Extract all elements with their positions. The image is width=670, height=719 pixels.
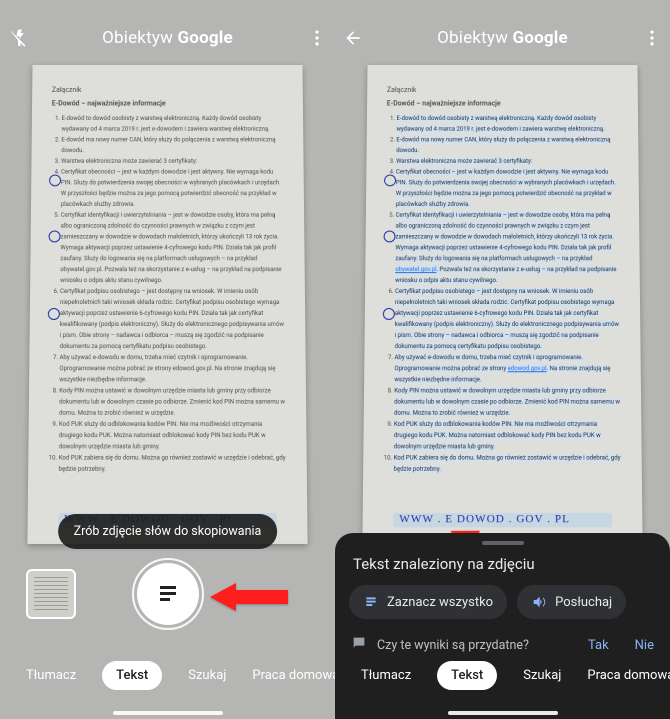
more-icon[interactable] — [634, 28, 670, 48]
mode-search[interactable]: Szukaj — [523, 668, 561, 683]
doc-heading: E-Dowód – najważniejsze informacje — [387, 100, 501, 108]
app-title: Obiektyw Google — [36, 28, 299, 48]
app-title-plain: Obiektyw — [437, 28, 512, 48]
mode-translate[interactable]: Tłumacz — [26, 668, 76, 683]
mode-homework[interactable]: Praca domowa — [252, 668, 335, 683]
doc-line: Aby używać e-dowodu w domu, trzeba mieć … — [59, 352, 285, 385]
doc-list: E-dowód to dowód osobisty z warstwą elek… — [394, 113, 622, 475]
sheet-handle[interactable] — [482, 541, 524, 545]
doc-line: Kody PIN można ustawić w dowolnym urzędz… — [59, 385, 286, 418]
bottom-sheet: Tekst znaleziony na zdjęciu Zaznacz wszy… — [335, 533, 670, 719]
select-all-button[interactable]: Zaznacz wszystko — [349, 585, 507, 619]
handwritten-circle-icon — [384, 175, 396, 187]
doc-line: Certyfikat identyfikacji i uwierzytelnia… — [395, 210, 620, 286]
top-bar: Obiektyw Google — [0, 20, 335, 56]
hint-pill: Zrób zdjęcie słów do skopiowania — [58, 514, 278, 549]
text-select-icon — [363, 594, 379, 610]
more-icon[interactable] — [299, 28, 335, 48]
back-icon[interactable] — [335, 28, 371, 48]
pane-text-found: Obiektyw Google Załącznik E-Dowód – najw… — [335, 0, 670, 719]
mode-translate[interactable]: Tłumacz — [361, 668, 411, 683]
doc-line: Kod PUK służy do odblokowania kodów PIN.… — [59, 419, 287, 453]
doc-line: E-dowód to dowód osobisty z warstwą elek… — [61, 113, 283, 134]
pane-capture: Obiektyw Google Załącznik E-Dowód – najw… — [0, 0, 335, 719]
doc-line: Warstwa elektroniczna może zawierać 3 ce… — [61, 156, 284, 167]
doc-line: Aby używać e-dowodu w domu, trzeba mieć … — [394, 352, 620, 385]
shutter-row — [0, 557, 335, 631]
mode-search[interactable]: Szukaj — [188, 668, 226, 683]
handwritten-circle-icon — [383, 308, 395, 320]
doc-heading: E-Dowód – najważniejsze informacje — [52, 100, 283, 108]
doc-line: Certyfikat obecności – jest w każdym dow… — [396, 167, 619, 210]
gesture-bar — [448, 711, 558, 715]
handwritten-circle-icon — [48, 308, 60, 320]
flash-off-icon[interactable] — [0, 28, 36, 48]
doc-line: E-dowód to dowód osobisty z warstwą elek… — [396, 113, 618, 134]
handwritten-circle-icon — [49, 175, 61, 187]
doc-list: E-dowód to dowód osobisty z warstwą elek… — [59, 113, 287, 475]
app-title-plain: Obiektyw — [102, 28, 177, 48]
doc-line: Certyfikat obecności – jest w każdym dow… — [61, 167, 284, 210]
sheet-title: Tekst znaleziony na zdjęciu — [335, 555, 670, 585]
app-title: Obiektyw Google — [371, 28, 634, 48]
status-bar — [0, 0, 335, 14]
doc-line: Kod PUK zabiera się do domu. Można go ró… — [394, 452, 622, 475]
mode-text-active[interactable]: Tekst — [437, 661, 497, 690]
document-preview: Załącznik E-Dowód – najważniejsze inform… — [27, 65, 307, 544]
doc-line: Certyfikat podpisu osobistego – jest dos… — [60, 286, 286, 352]
listen-button[interactable]: Posłuchaj — [517, 585, 626, 619]
top-bar: Obiektyw Google — [335, 20, 670, 56]
doc-line: Kody PIN można ustawić w dowolnym urzędz… — [394, 385, 621, 418]
status-bar — [335, 0, 670, 14]
doc-line: Certyfikat identyfikacji i uwierzytelnia… — [60, 210, 285, 286]
listen-label: Posłuchaj — [555, 595, 612, 610]
gesture-bar — [113, 711, 223, 715]
doc-line: E-dowód ma nowy numer CAN, który służy d… — [61, 135, 283, 156]
handwritten-circle-icon — [384, 231, 396, 243]
volume-icon — [531, 594, 547, 610]
handwritten-circle-icon — [49, 231, 61, 243]
doc-line: E-dowód ma nowy numer CAN, który służy d… — [396, 135, 618, 156]
select-all-label: Zaznacz wszystko — [387, 595, 493, 610]
feedback-yes[interactable]: Tak — [588, 638, 609, 653]
feedback-question: Czy te wyniki są przydatne? — [377, 638, 529, 653]
mode-selector[interactable]: Tłumacz Tekst Szukaj Praca domowa — [335, 655, 670, 695]
doc-line: Kod PUK zabiera się do domu. Można go ró… — [59, 452, 287, 475]
mode-homework[interactable]: Praca domowa — [587, 668, 670, 683]
doc-line: Kod PUK służy do odblokowania kodów PIN.… — [394, 419, 622, 453]
doc-attachment: Załącznik — [52, 86, 283, 94]
shutter-button[interactable] — [137, 563, 199, 625]
handwritten-url — [393, 513, 612, 527]
mode-selector[interactable]: Tłumacz Tekst Szukaj Praca domowa — [0, 655, 335, 695]
doc-line: Warstwa elektroniczna może zawierać 3 ce… — [396, 156, 619, 167]
feedback-no[interactable]: Nie — [635, 638, 654, 653]
feedback-icon — [351, 635, 367, 655]
app-title-bold: Google — [178, 28, 233, 48]
document-preview-selected[interactable]: Załącznik E-Dowód – najważniejsze inform… — [362, 65, 642, 544]
app-title-bold: Google — [513, 28, 568, 48]
gallery-thumbnail[interactable] — [26, 569, 76, 619]
doc-attachment: Załącznik — [387, 86, 417, 94]
doc-line: Certyfikat podpisu osobistego – jest dos… — [395, 286, 621, 352]
mode-text-active[interactable]: Tekst — [102, 661, 162, 690]
